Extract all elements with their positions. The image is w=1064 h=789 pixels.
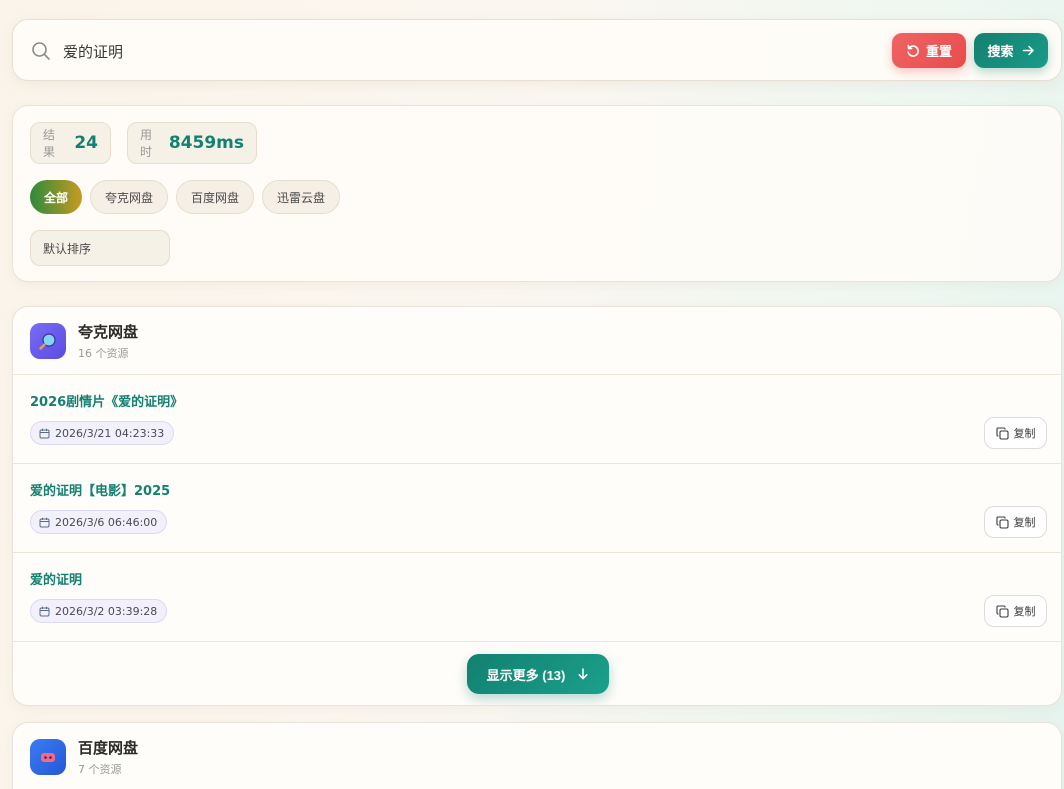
date-badge: 2026/3/21 04:23:33	[30, 421, 175, 445]
date-text: 2026/3/21 04:23:33	[55, 426, 165, 440]
result-title-link[interactable]: 爱的证明【电影】2025	[30, 480, 170, 499]
baidu-logo	[30, 739, 66, 775]
time-stat: 用时 8459ms	[127, 122, 257, 164]
result-item: 爱的证明 2026/3/2 03:39:28 复制	[13, 553, 1061, 642]
results-value: 24	[74, 133, 98, 153]
quark-logo	[30, 323, 66, 359]
search-input[interactable]	[63, 38, 823, 64]
search-button[interactable]: 搜索	[974, 33, 1048, 68]
results-label: 结果	[43, 128, 56, 159]
provider-count: 16 个资源	[78, 347, 129, 360]
copy-label: 复制	[1013, 605, 1036, 618]
provider-header: 百度网盘 7 个资源	[13, 723, 1061, 789]
copy-icon	[995, 426, 1009, 440]
result-item: 2026剧情片《爱的证明》 2026/3/21 04:23:33 复制	[13, 375, 1061, 464]
time-label: 用时	[140, 128, 153, 159]
provider-name: 夸克网盘	[78, 323, 139, 341]
show-more-button[interactable]: 显示更多 (13)	[467, 654, 609, 694]
reset-button[interactable]: 重置	[892, 33, 966, 68]
copy-label: 复制	[1013, 427, 1036, 440]
sort-select[interactable]: 默认排序	[30, 230, 170, 266]
provider-card-baidu: 百度网盘 7 个资源	[12, 722, 1062, 789]
quark-logo-icon	[39, 333, 56, 350]
copy-label: 复制	[1013, 516, 1036, 529]
filter-baidu[interactable]: 百度网盘	[176, 180, 254, 214]
filter-xunlei[interactable]: 迅雷云盘	[262, 180, 340, 214]
arrow-right-icon	[1022, 45, 1034, 56]
copy-button[interactable]: 复制	[984, 506, 1047, 538]
date-badge: 2026/3/6 06:46:00	[30, 510, 168, 534]
date-badge: 2026/3/2 03:39:28	[30, 599, 168, 623]
show-more-row: 显示更多 (13)	[13, 642, 1061, 705]
provider-header: 夸克网盘 16 个资源	[13, 307, 1061, 375]
search-button-label: 搜索	[987, 44, 1014, 59]
arrow-down-icon	[578, 668, 588, 680]
provider-name: 百度网盘	[78, 739, 139, 757]
stats-card: 结果 24 用时 8459ms 全部 夸克网盘 百度网盘 迅雷云盘 默认排序	[12, 105, 1062, 282]
search-bar: 重置 搜索	[12, 19, 1062, 81]
copy-icon	[995, 604, 1009, 618]
search-icon	[32, 42, 50, 60]
reset-button-label: 重置	[925, 44, 952, 59]
show-more-label: 显示更多 (13)	[486, 667, 566, 683]
provider-count: 7 个资源	[78, 763, 122, 776]
provider-card-quark: 夸克网盘 16 个资源 2026剧情片《爱的证明》 2026/3/21 04:2…	[12, 306, 1062, 706]
copy-icon	[995, 515, 1009, 529]
filter-quark[interactable]: 夸克网盘	[90, 180, 168, 214]
refresh-icon	[907, 44, 919, 57]
result-item: 爱的证明【电影】2025 2026/3/6 06:46:00 复制	[13, 464, 1061, 553]
copy-button[interactable]: 复制	[984, 417, 1047, 449]
date-text: 2026/3/6 06:46:00	[55, 515, 158, 529]
calendar-icon	[39, 428, 50, 438]
result-title-link[interactable]: 爱的证明	[30, 569, 82, 588]
calendar-icon	[39, 606, 50, 616]
results-stat: 结果 24	[30, 122, 111, 164]
copy-button[interactable]: 复制	[984, 595, 1047, 627]
date-text: 2026/3/2 03:39:28	[55, 604, 158, 618]
result-title-link[interactable]: 2026剧情片《爱的证明》	[30, 391, 183, 410]
calendar-icon	[39, 517, 50, 527]
filter-all[interactable]: 全部	[30, 180, 82, 214]
time-value: 8459ms	[168, 133, 244, 153]
baidu-logo-icon	[41, 753, 55, 762]
